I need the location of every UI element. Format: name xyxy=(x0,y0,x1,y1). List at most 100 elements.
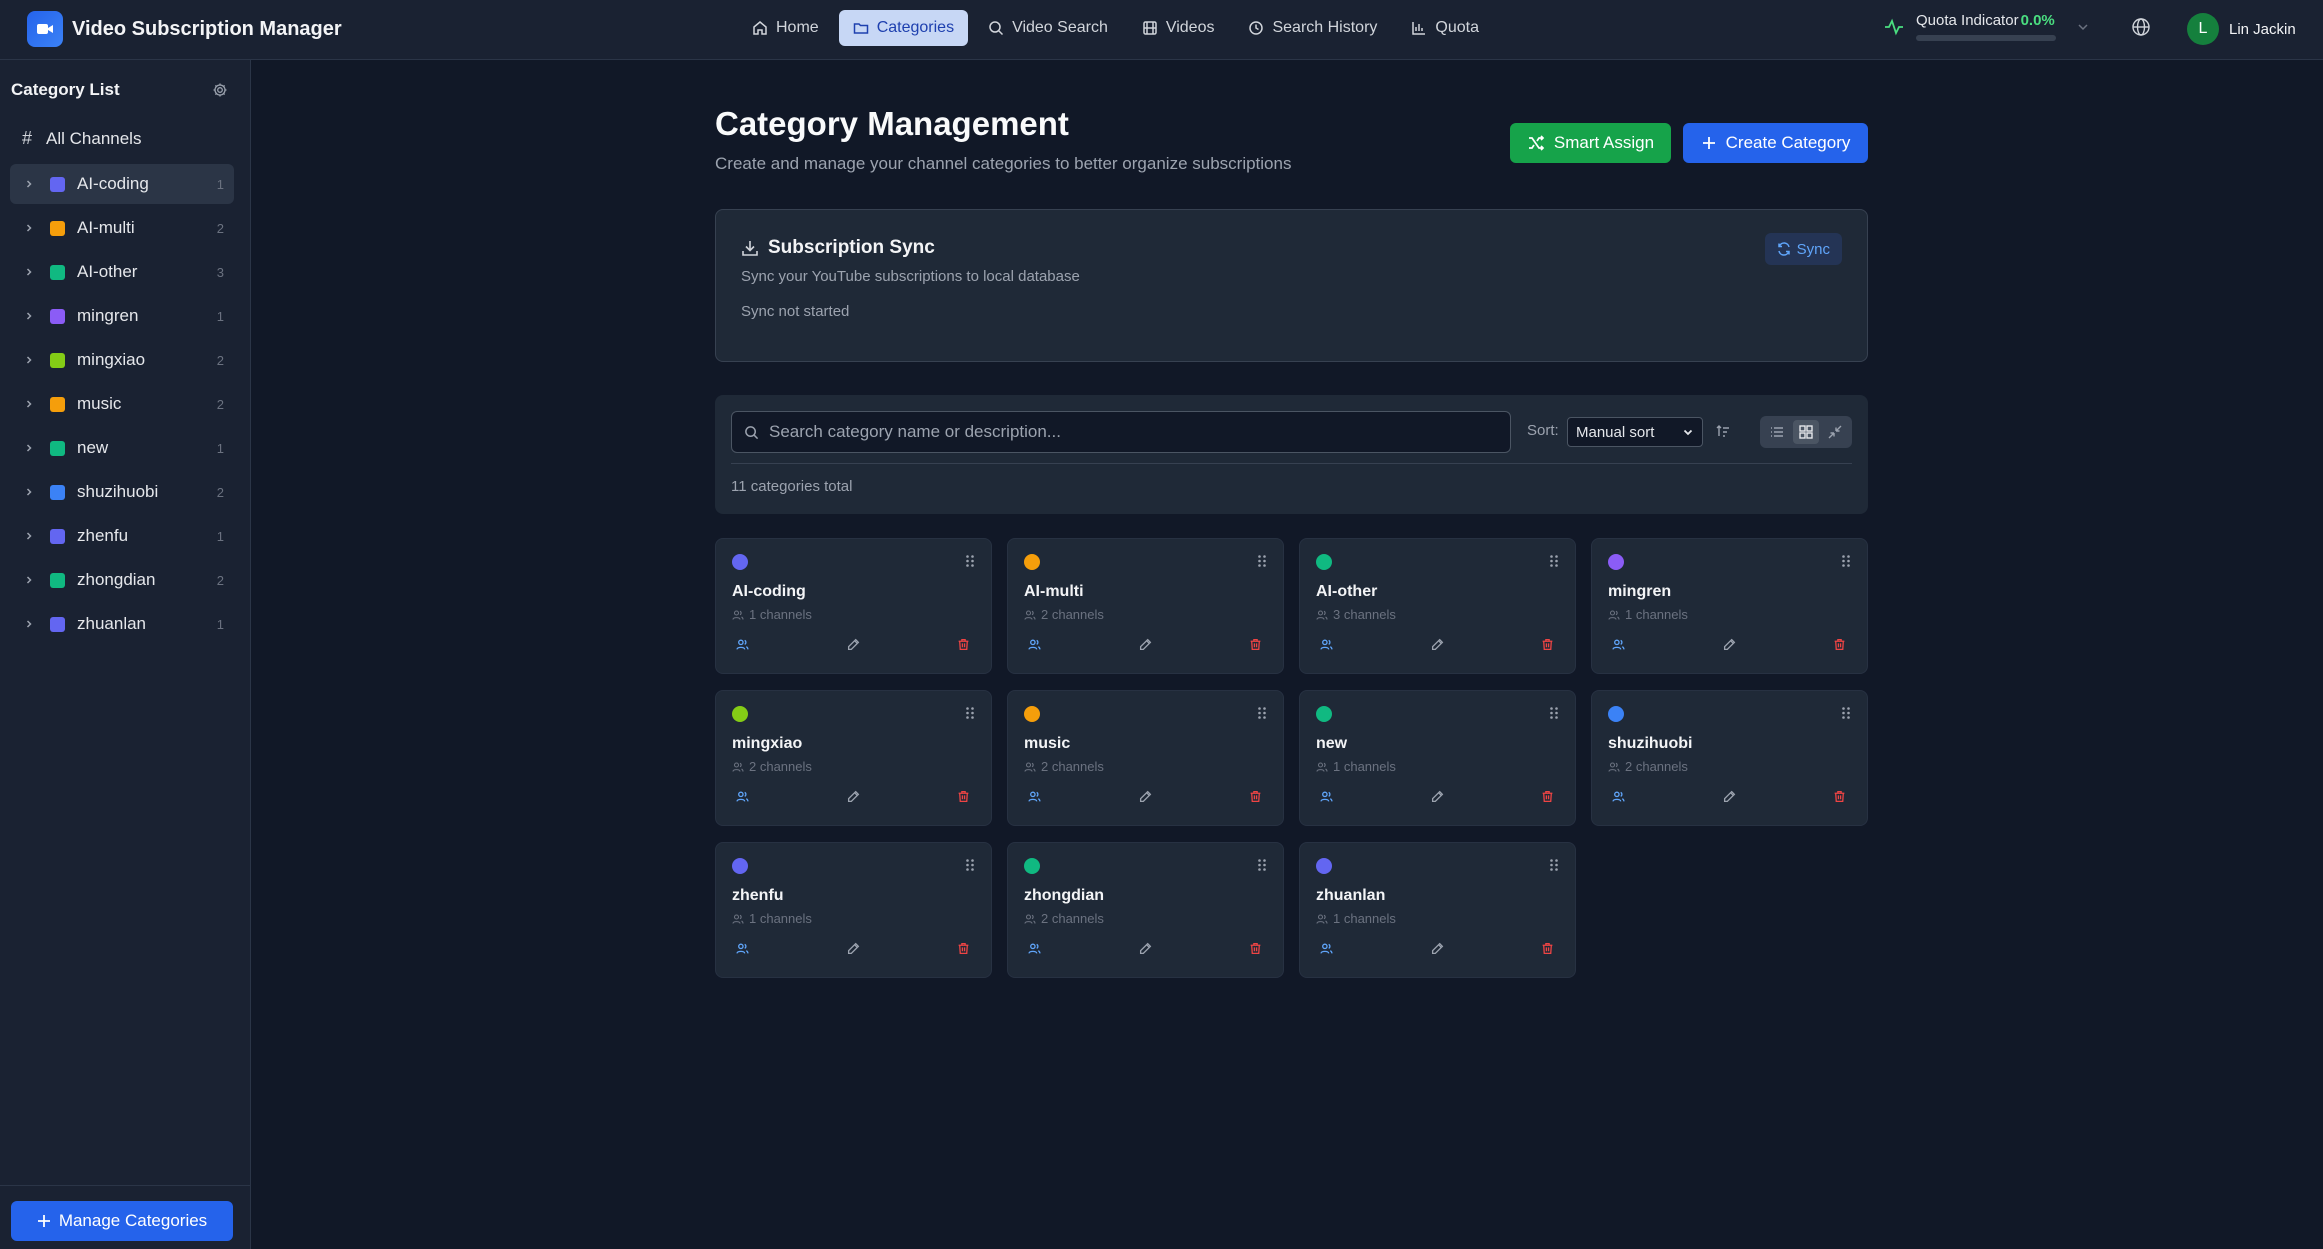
sidebar-item[interactable]: AI-multi 2 xyxy=(10,208,234,248)
category-card[interactable]: AI-multi 2 channels xyxy=(1007,538,1284,674)
category-card[interactable]: AI-other 3 channels xyxy=(1299,538,1576,674)
trash-icon[interactable] xyxy=(1249,638,1262,651)
smart-assign-button[interactable]: Smart Assign xyxy=(1510,123,1671,163)
trash-icon[interactable] xyxy=(957,638,970,651)
sidebar-item[interactable]: mingxiao 2 xyxy=(10,340,234,380)
trash-icon[interactable] xyxy=(1833,790,1846,803)
manage-channels-icon[interactable] xyxy=(1028,790,1041,803)
edit-pencil-icon[interactable] xyxy=(1431,638,1444,651)
chevron-right-icon[interactable] xyxy=(24,487,38,497)
chevron-right-icon[interactable] xyxy=(24,531,38,541)
create-category-button[interactable]: Create Category xyxy=(1683,123,1868,163)
edit-pencil-icon[interactable] xyxy=(1431,790,1444,803)
chevron-right-icon[interactable] xyxy=(24,575,38,585)
edit-pencil-icon[interactable] xyxy=(1139,942,1152,955)
category-card[interactable]: new 1 channels xyxy=(1299,690,1576,826)
trash-icon[interactable] xyxy=(1249,942,1262,955)
trash-icon[interactable] xyxy=(1249,790,1262,803)
manage-channels-icon[interactable] xyxy=(1320,942,1333,955)
drag-handle-icon[interactable] xyxy=(1257,706,1267,720)
manage-channels-icon[interactable] xyxy=(1320,638,1333,651)
manage-channels-icon[interactable] xyxy=(736,942,749,955)
trash-icon[interactable] xyxy=(1833,638,1846,651)
nav-categories[interactable]: Categories xyxy=(838,10,969,46)
sort-select[interactable]: Manual sort xyxy=(1567,417,1703,447)
drag-handle-icon[interactable] xyxy=(1841,706,1851,720)
nav-video-search[interactable]: Video Search xyxy=(974,10,1122,46)
manage-channels-icon[interactable] xyxy=(1612,790,1625,803)
edit-pencil-icon[interactable] xyxy=(847,638,860,651)
sidebar-item[interactable]: zhuanlan 1 xyxy=(10,604,234,644)
edit-pencil-icon[interactable] xyxy=(847,790,860,803)
edit-pencil-icon[interactable] xyxy=(1139,638,1152,651)
manage-channels-icon[interactable] xyxy=(736,790,749,803)
category-card[interactable]: mingxiao 2 channels xyxy=(715,690,992,826)
drag-handle-icon[interactable] xyxy=(1257,858,1267,872)
category-card[interactable]: music 2 channels xyxy=(1007,690,1284,826)
nav-home[interactable]: Home xyxy=(738,10,833,46)
edit-pencil-icon[interactable] xyxy=(1723,790,1736,803)
gear-icon[interactable] xyxy=(212,82,228,98)
drag-handle-icon[interactable] xyxy=(965,554,975,568)
sync-button[interactable]: Sync xyxy=(1764,233,1842,265)
nav-videos[interactable]: Videos xyxy=(1128,10,1229,46)
search-input[interactable] xyxy=(769,422,1469,442)
manage-categories-button[interactable]: Manage Categories xyxy=(11,1201,233,1241)
category-card[interactable]: zhongdian 2 channels xyxy=(1007,842,1284,978)
drag-handle-icon[interactable] xyxy=(1549,858,1559,872)
search-box[interactable] xyxy=(731,411,1511,453)
brand[interactable]: Video Subscription Manager xyxy=(27,11,342,47)
category-card[interactable]: zhenfu 1 channels xyxy=(715,842,992,978)
language-globe-icon[interactable] xyxy=(2131,17,2151,37)
trash-icon[interactable] xyxy=(1541,942,1554,955)
compact-view-icon[interactable] xyxy=(1822,420,1848,444)
chevron-right-icon[interactable] xyxy=(24,179,38,189)
edit-pencil-icon[interactable] xyxy=(1139,790,1152,803)
drag-handle-icon[interactable] xyxy=(1257,554,1267,568)
chevron-right-icon[interactable] xyxy=(24,443,38,453)
sidebar-item[interactable]: shuzihuobi 2 xyxy=(10,472,234,512)
edit-pencil-icon[interactable] xyxy=(847,942,860,955)
sidebar-all-channels[interactable]: # All Channels xyxy=(22,128,141,149)
user-menu[interactable]: L Lin Jackin xyxy=(2187,13,2296,45)
chevron-right-icon[interactable] xyxy=(24,355,38,365)
edit-pencil-icon[interactable] xyxy=(1431,942,1444,955)
sidebar-item[interactable]: new 1 xyxy=(10,428,234,468)
sidebar-item[interactable]: mingren 1 xyxy=(10,296,234,336)
drag-handle-icon[interactable] xyxy=(1841,554,1851,568)
chevron-right-icon[interactable] xyxy=(24,311,38,321)
drag-handle-icon[interactable] xyxy=(1549,706,1559,720)
manage-channels-icon[interactable] xyxy=(1320,790,1333,803)
manage-channels-icon[interactable] xyxy=(1028,942,1041,955)
trash-icon[interactable] xyxy=(1541,638,1554,651)
edit-pencil-icon[interactable] xyxy=(1723,638,1736,651)
chevron-right-icon[interactable] xyxy=(24,267,38,277)
drag-handle-icon[interactable] xyxy=(965,858,975,872)
manage-channels-icon[interactable] xyxy=(1612,638,1625,651)
category-card[interactable]: mingren 1 channels xyxy=(1591,538,1868,674)
category-card[interactable]: shuzihuobi 2 channels xyxy=(1591,690,1868,826)
sidebar-item[interactable]: AI-other 3 xyxy=(10,252,234,292)
trash-icon[interactable] xyxy=(957,942,970,955)
quota-indicator[interactable]: Quota Indicator 0.0% xyxy=(1884,12,2090,41)
category-card[interactable]: zhuanlan 1 channels xyxy=(1299,842,1576,978)
chevron-right-icon[interactable] xyxy=(24,399,38,409)
chevron-right-icon[interactable] xyxy=(24,223,38,233)
trash-icon[interactable] xyxy=(1541,790,1554,803)
nav-search-history[interactable]: Search History xyxy=(1234,10,1391,46)
sidebar-item[interactable]: AI-coding 1 xyxy=(10,164,234,204)
grid-view-icon[interactable] xyxy=(1793,420,1819,444)
list-view-icon[interactable] xyxy=(1764,420,1790,444)
sidebar-item[interactable]: zhongdian 2 xyxy=(10,560,234,600)
manage-channels-icon[interactable] xyxy=(1028,638,1041,651)
trash-icon[interactable] xyxy=(957,790,970,803)
chevron-right-icon[interactable] xyxy=(24,619,38,629)
sort-direction-icon[interactable] xyxy=(1715,423,1731,439)
category-card[interactable]: AI-coding 1 channels xyxy=(715,538,992,674)
sidebar-item[interactable]: music 2 xyxy=(10,384,234,424)
sidebar-item[interactable]: zhenfu 1 xyxy=(10,516,234,556)
manage-channels-icon[interactable] xyxy=(736,638,749,651)
nav-quota[interactable]: Quota xyxy=(1397,10,1493,46)
drag-handle-icon[interactable] xyxy=(965,706,975,720)
drag-handle-icon[interactable] xyxy=(1549,554,1559,568)
